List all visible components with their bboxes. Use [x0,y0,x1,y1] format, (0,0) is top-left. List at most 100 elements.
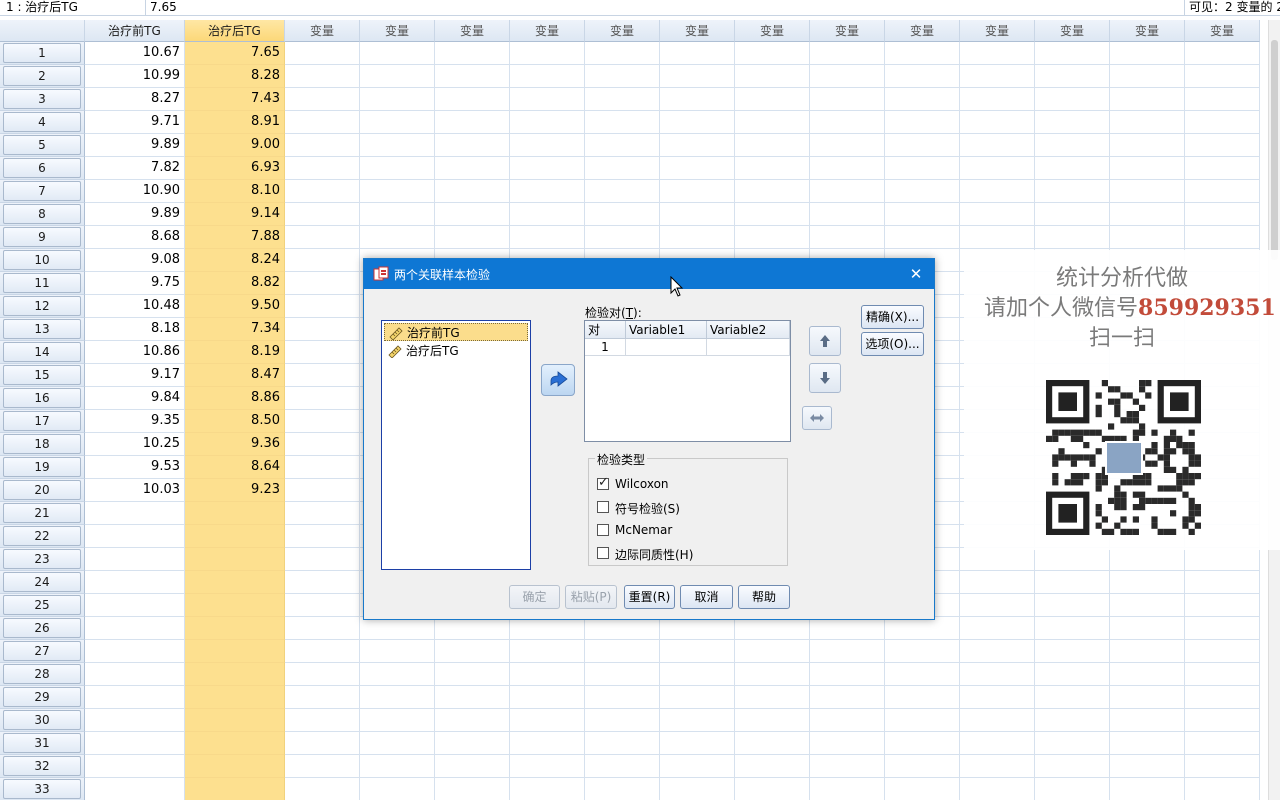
row-number[interactable]: 3 [0,88,85,111]
cell-pre-tg[interactable]: 9.75 [85,272,185,295]
options-button[interactable]: 选项(O)... [861,332,924,356]
cell-empty[interactable] [885,226,960,249]
cell-empty[interactable] [735,663,810,686]
cell-empty[interactable] [660,88,735,111]
cell-empty[interactable] [1110,226,1185,249]
cell-empty[interactable] [960,42,1035,65]
row-number[interactable]: 1 [0,42,85,65]
cell-empty[interactable] [1185,663,1260,686]
source-variable-list[interactable]: 治疗前TG 治疗后TG [381,320,531,570]
cell-empty[interactable] [360,778,435,800]
cell-empty[interactable] [510,663,585,686]
cell-empty[interactable] [285,663,360,686]
pairs-cell-variable1[interactable] [626,339,707,356]
cell-empty[interactable] [960,134,1035,157]
cell-empty[interactable] [285,249,360,272]
row-number[interactable]: 19 [0,456,85,479]
column-header-post-tg[interactable]: 治疗后TG [185,20,285,42]
cell-empty[interactable] [1110,157,1185,180]
cell-empty[interactable] [735,88,810,111]
cell-pre-tg[interactable] [85,548,185,571]
cell-post-tg[interactable] [185,502,285,525]
cell-empty[interactable] [960,88,1035,111]
cell-empty[interactable] [435,778,510,800]
cell-empty[interactable] [285,341,360,364]
cell-pre-tg[interactable] [85,686,185,709]
cell-post-tg[interactable] [185,686,285,709]
cell-empty[interactable] [960,203,1035,226]
row-number[interactable]: 4 [0,111,85,134]
cell-empty[interactable] [435,65,510,88]
cell-pre-tg[interactable]: 9.35 [85,410,185,433]
cell-empty[interactable] [1110,65,1185,88]
cell-pre-tg[interactable]: 8.68 [85,226,185,249]
cell-empty[interactable] [285,364,360,387]
cell-empty[interactable] [435,755,510,778]
cell-empty[interactable] [660,732,735,755]
cell-empty[interactable] [660,42,735,65]
cell-empty[interactable] [1110,686,1185,709]
cell-empty[interactable] [810,732,885,755]
cell-pre-tg[interactable] [85,640,185,663]
cell-pre-tg[interactable]: 9.53 [85,456,185,479]
cell-post-tg[interactable] [185,755,285,778]
cell-empty[interactable] [360,686,435,709]
cell-empty[interactable] [1185,594,1260,617]
cell-empty[interactable] [810,755,885,778]
cell-value[interactable]: 7.65 [150,0,177,15]
cell-post-tg[interactable]: 8.64 [185,456,285,479]
cell-empty[interactable] [1035,226,1110,249]
cell-empty[interactable] [1035,755,1110,778]
cell-empty[interactable] [1110,755,1185,778]
cell-pre-tg[interactable]: 9.08 [85,249,185,272]
cell-empty[interactable] [810,709,885,732]
cell-empty[interactable] [810,65,885,88]
column-header-empty-var[interactable]: 变量 [810,20,885,42]
row-number[interactable]: 12 [0,295,85,318]
cell-empty[interactable] [960,157,1035,180]
cell-post-tg[interactable] [185,709,285,732]
cell-empty[interactable] [285,88,360,111]
row-number[interactable]: 30 [0,709,85,732]
cell-empty[interactable] [510,732,585,755]
cell-empty[interactable] [360,157,435,180]
cell-empty[interactable] [510,617,585,640]
cell-empty[interactable] [285,548,360,571]
cell-empty[interactable] [960,663,1035,686]
cell-empty[interactable] [360,640,435,663]
cell-empty[interactable] [810,134,885,157]
cell-empty[interactable] [285,111,360,134]
cell-empty[interactable] [585,42,660,65]
cell-pre-tg[interactable] [85,778,185,800]
cell-empty[interactable] [435,617,510,640]
cell-post-tg[interactable]: 7.34 [185,318,285,341]
cell-post-tg[interactable] [185,617,285,640]
cell-empty[interactable] [660,778,735,800]
sign-test-checkbox[interactable] [597,501,609,513]
cell-empty[interactable] [285,617,360,640]
cell-pre-tg[interactable]: 9.89 [85,134,185,157]
cell-empty[interactable] [1185,571,1260,594]
cell-empty[interactable] [510,709,585,732]
cell-empty[interactable] [960,65,1035,88]
cell-reference[interactable]: 1 : 治疗后TG [0,0,146,15]
cell-empty[interactable] [1185,226,1260,249]
cell-empty[interactable] [960,640,1035,663]
pairs-cell-variable2[interactable] [707,339,790,356]
cell-empty[interactable] [1185,157,1260,180]
cell-post-tg[interactable]: 9.36 [185,433,285,456]
cell-empty[interactable] [585,709,660,732]
column-header-empty-var[interactable]: 变量 [360,20,435,42]
row-number[interactable]: 6 [0,157,85,180]
cell-empty[interactable] [885,111,960,134]
row-number[interactable]: 33 [0,778,85,800]
cell-empty[interactable] [1185,65,1260,88]
column-header-empty-var[interactable]: 变量 [1110,20,1185,42]
cell-empty[interactable] [285,571,360,594]
cell-empty[interactable] [585,226,660,249]
cell-pre-tg[interactable] [85,617,185,640]
cell-post-tg[interactable]: 8.91 [185,111,285,134]
cell-empty[interactable] [810,663,885,686]
cell-empty[interactable] [285,433,360,456]
cell-empty[interactable] [1035,732,1110,755]
